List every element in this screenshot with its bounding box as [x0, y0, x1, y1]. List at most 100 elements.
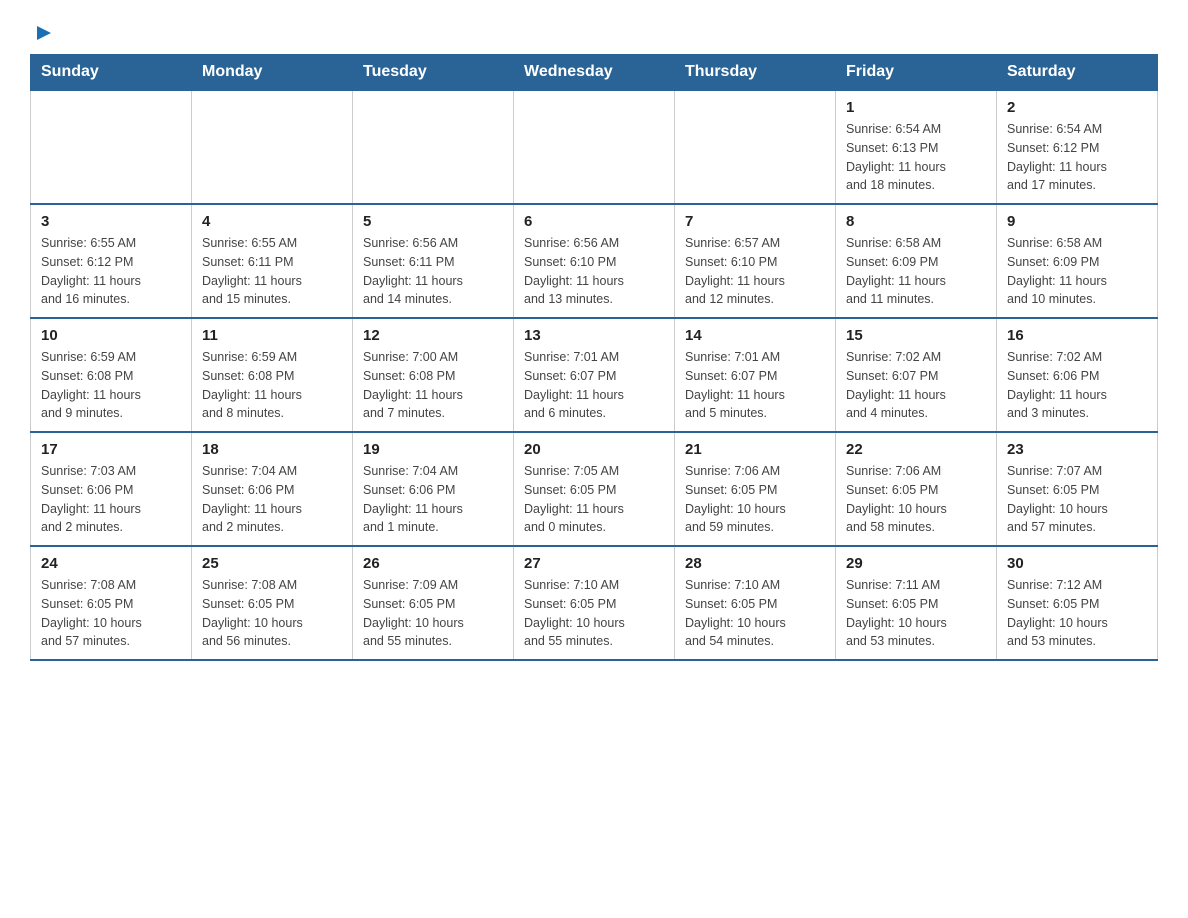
day-info: Sunrise: 7:03 AMSunset: 6:06 PMDaylight:…	[41, 462, 181, 537]
day-number: 1	[846, 99, 986, 116]
calendar-cell: 15 Sunrise: 7:02 AMSunset: 6:07 PMDayligh…	[836, 318, 997, 432]
day-number: 4	[202, 213, 342, 230]
day-info: Sunrise: 7:04 AMSunset: 6:06 PMDaylight:…	[202, 462, 342, 537]
calendar-cell: 12Sunrise: 7:00 AMSunset: 6:08 PMDayligh…	[353, 318, 514, 432]
day-number: 16	[1007, 327, 1147, 344]
calendar-cell: 17 Sunrise: 7:03 AMSunset: 6:06 PMDayligh…	[31, 432, 192, 546]
day-info: Sunrise: 6:58 AMSunset: 6:09 PMDaylight:…	[846, 234, 986, 309]
day-number: 11	[202, 327, 342, 344]
calendar-cell: 7 Sunrise: 6:57 AMSunset: 6:10 PMDaylight…	[675, 204, 836, 318]
day-number: 9	[1007, 213, 1147, 230]
day-info: Sunrise: 7:01 AMSunset: 6:07 PMDaylight:…	[685, 348, 825, 423]
day-info: Sunrise: 6:59 AMSunset: 6:08 PMDaylight:…	[202, 348, 342, 423]
day-number: 30	[1007, 555, 1147, 572]
weekday-header-friday: Friday	[836, 55, 997, 91]
day-number: 13	[524, 327, 664, 344]
day-number: 27	[524, 555, 664, 572]
calendar-cell: 16 Sunrise: 7:02 AMSunset: 6:06 PMDayligh…	[997, 318, 1158, 432]
day-info: Sunrise: 7:02 AMSunset: 6:06 PMDaylight:…	[1007, 348, 1147, 423]
calendar-row-1: 1Sunrise: 6:54 AMSunset: 6:13 PMDaylight…	[31, 90, 1158, 204]
calendar-cell: 19 Sunrise: 7:04 AMSunset: 6:06 PMDayligh…	[353, 432, 514, 546]
weekday-header-row: SundayMondayTuesdayWednesdayThursdayFrid…	[31, 55, 1158, 91]
day-info: Sunrise: 6:58 AMSunset: 6:09 PMDaylight:…	[1007, 234, 1147, 309]
day-number: 23	[1007, 441, 1147, 458]
day-info: Sunrise: 6:59 AMSunset: 6:08 PMDaylight:…	[41, 348, 181, 423]
calendar-cell: 29Sunrise: 7:11 AMSunset: 6:05 PMDayligh…	[836, 546, 997, 660]
day-number: 2	[1007, 99, 1147, 116]
weekday-header-saturday: Saturday	[997, 55, 1158, 91]
day-number: 20	[524, 441, 664, 458]
day-info: Sunrise: 7:09 AMSunset: 6:05 PMDaylight:…	[363, 576, 503, 651]
day-info: Sunrise: 7:05 AMSunset: 6:05 PMDaylight:…	[524, 462, 664, 537]
calendar-cell: 28 Sunrise: 7:10 AMSunset: 6:05 PMDayligh…	[675, 546, 836, 660]
calendar-cell: 3 Sunrise: 6:55 AMSunset: 6:12 PMDaylight…	[31, 204, 192, 318]
day-number: 22	[846, 441, 986, 458]
day-number: 15	[846, 327, 986, 344]
day-number: 28	[685, 555, 825, 572]
calendar-cell: 11 Sunrise: 6:59 AMSunset: 6:08 PMDayligh…	[192, 318, 353, 432]
day-number: 3	[41, 213, 181, 230]
calendar-cell	[675, 90, 836, 204]
day-number: 24	[41, 555, 181, 572]
weekday-header-tuesday: Tuesday	[353, 55, 514, 91]
calendar-cell: 30 Sunrise: 7:12 AMSunset: 6:05 PMDayligh…	[997, 546, 1158, 660]
calendar-cell: 25 Sunrise: 7:08 AMSunset: 6:05 PMDayligh…	[192, 546, 353, 660]
weekday-header-wednesday: Wednesday	[514, 55, 675, 91]
day-number: 21	[685, 441, 825, 458]
day-number: 12	[363, 327, 503, 344]
day-number: 25	[202, 555, 342, 572]
calendar-cell: 21Sunrise: 7:06 AMSunset: 6:05 PMDayligh…	[675, 432, 836, 546]
day-info: Sunrise: 7:08 AMSunset: 6:05 PMDaylight:…	[41, 576, 181, 651]
calendar-cell: 6 Sunrise: 6:56 AMSunset: 6:10 PMDaylight…	[514, 204, 675, 318]
day-number: 29	[846, 555, 986, 572]
calendar-cell	[514, 90, 675, 204]
day-info: Sunrise: 7:10 AMSunset: 6:05 PMDaylight:…	[685, 576, 825, 651]
calendar-cell: 24 Sunrise: 7:08 AMSunset: 6:05 PMDayligh…	[31, 546, 192, 660]
day-number: 6	[524, 213, 664, 230]
calendar-row-3: 10 Sunrise: 6:59 AMSunset: 6:08 PMDayligh…	[31, 318, 1158, 432]
calendar-cell	[192, 90, 353, 204]
calendar-cell	[31, 90, 192, 204]
day-info: Sunrise: 6:55 AMSunset: 6:12 PMDaylight:…	[41, 234, 181, 309]
day-number: 8	[846, 213, 986, 230]
calendar-cell: 14 Sunrise: 7:01 AMSunset: 6:07 PMDayligh…	[675, 318, 836, 432]
calendar-row-4: 17 Sunrise: 7:03 AMSunset: 6:06 PMDayligh…	[31, 432, 1158, 546]
logo-arrow-icon	[33, 22, 55, 44]
day-number: 7	[685, 213, 825, 230]
day-number: 14	[685, 327, 825, 344]
calendar-row-2: 3 Sunrise: 6:55 AMSunset: 6:12 PMDaylight…	[31, 204, 1158, 318]
calendar-cell: 18 Sunrise: 7:04 AMSunset: 6:06 PMDayligh…	[192, 432, 353, 546]
calendar-cell: 1Sunrise: 6:54 AMSunset: 6:13 PMDaylight…	[836, 90, 997, 204]
day-info: Sunrise: 7:06 AMSunset: 6:05 PMDaylight:…	[846, 462, 986, 537]
day-number: 10	[41, 327, 181, 344]
calendar-cell: 27 Sunrise: 7:10 AMSunset: 6:05 PMDayligh…	[514, 546, 675, 660]
logo	[30, 20, 55, 44]
calendar-cell: 13 Sunrise: 7:01 AMSunset: 6:07 PMDayligh…	[514, 318, 675, 432]
calendar-cell: 20 Sunrise: 7:05 AMSunset: 6:05 PMDayligh…	[514, 432, 675, 546]
day-info: Sunrise: 6:55 AMSunset: 6:11 PMDaylight:…	[202, 234, 342, 309]
weekday-header-sunday: Sunday	[31, 55, 192, 91]
day-info: Sunrise: 7:02 AMSunset: 6:07 PMDaylight:…	[846, 348, 986, 423]
weekday-header-thursday: Thursday	[675, 55, 836, 91]
day-info: Sunrise: 6:57 AMSunset: 6:10 PMDaylight:…	[685, 234, 825, 309]
day-info: Sunrise: 7:12 AMSunset: 6:05 PMDaylight:…	[1007, 576, 1147, 651]
calendar-cell	[353, 90, 514, 204]
calendar-cell: 22 Sunrise: 7:06 AMSunset: 6:05 PMDayligh…	[836, 432, 997, 546]
day-info: Sunrise: 6:54 AMSunset: 6:12 PMDaylight:…	[1007, 120, 1147, 195]
day-info: Sunrise: 7:08 AMSunset: 6:05 PMDaylight:…	[202, 576, 342, 651]
calendar-cell: 5Sunrise: 6:56 AMSunset: 6:11 PMDaylight…	[353, 204, 514, 318]
day-info: Sunrise: 6:56 AMSunset: 6:10 PMDaylight:…	[524, 234, 664, 309]
day-info: Sunrise: 7:01 AMSunset: 6:07 PMDaylight:…	[524, 348, 664, 423]
calendar-cell: 10 Sunrise: 6:59 AMSunset: 6:08 PMDayligh…	[31, 318, 192, 432]
day-info: Sunrise: 7:07 AMSunset: 6:05 PMDaylight:…	[1007, 462, 1147, 537]
day-info: Sunrise: 7:04 AMSunset: 6:06 PMDaylight:…	[363, 462, 503, 537]
calendar-cell: 8 Sunrise: 6:58 AMSunset: 6:09 PMDaylight…	[836, 204, 997, 318]
day-number: 17	[41, 441, 181, 458]
day-number: 18	[202, 441, 342, 458]
calendar-cell: 2 Sunrise: 6:54 AMSunset: 6:12 PMDaylight…	[997, 90, 1158, 204]
calendar-table: SundayMondayTuesdayWednesdayThursdayFrid…	[30, 54, 1158, 661]
day-number: 5	[363, 213, 503, 230]
day-number: 19	[363, 441, 503, 458]
calendar-cell: 4 Sunrise: 6:55 AMSunset: 6:11 PMDaylight…	[192, 204, 353, 318]
day-info: Sunrise: 7:10 AMSunset: 6:05 PMDaylight:…	[524, 576, 664, 651]
